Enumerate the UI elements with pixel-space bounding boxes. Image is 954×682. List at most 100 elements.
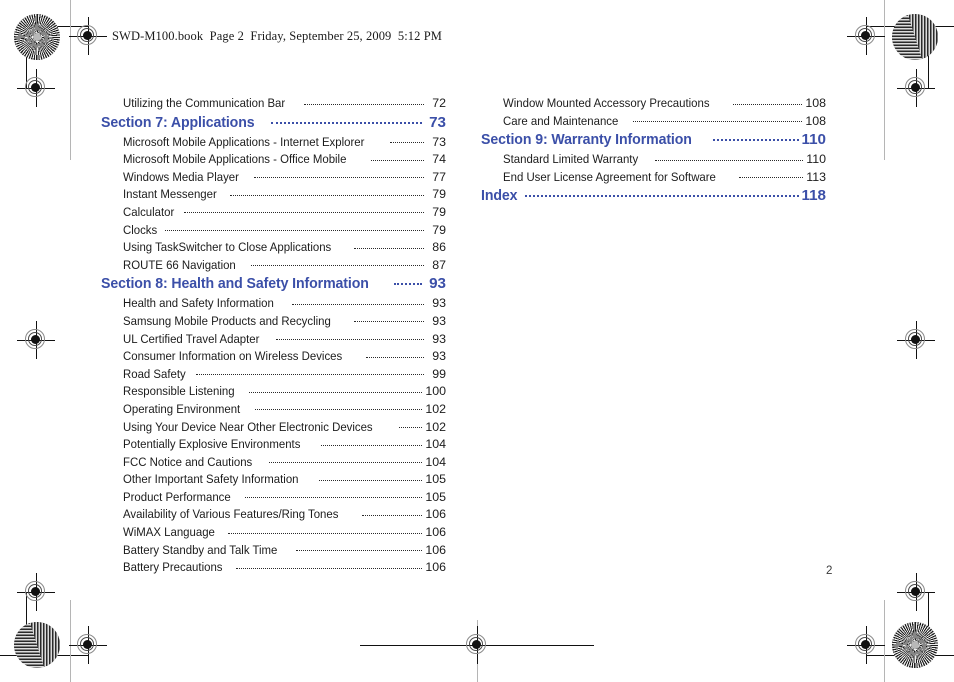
toc-entry-page-number: 102	[425, 401, 446, 416]
dot-leader	[249, 391, 423, 393]
toc-entry-page-number: 79	[432, 222, 446, 237]
toc-entry[interactable]: Other Important Safety Information 105	[123, 472, 446, 490]
toc-entry[interactable]: Calculator 79	[123, 205, 446, 223]
dot-leader	[271, 121, 422, 124]
dot-leader	[254, 177, 424, 179]
page-number: 2	[826, 565, 833, 577]
toc-entry-label: Road Safety	[123, 366, 186, 381]
toc-entry-page-number: 72	[432, 96, 446, 110]
toc-entry[interactable]: Operating Environment 102	[123, 402, 446, 420]
toc-entry-label: Samsung Mobile Products and Recycling	[123, 313, 331, 328]
toc-entry-label: Microsoft Mobile Applications - Internet…	[123, 134, 365, 149]
toc-entry-page-number: 104	[425, 437, 446, 452]
toc-entry[interactable]: Window Mounted Accessory Precautions 108	[503, 96, 826, 114]
toc-entry-page-number: 79	[432, 204, 446, 219]
toc-entry[interactable]: Windows Media Player 77	[123, 170, 446, 188]
toc-entry-page-number: 105	[425, 489, 446, 504]
page-guide-right	[884, 0, 885, 160]
toc-entry[interactable]: Using TaskSwitcher to Close Applications…	[123, 240, 446, 258]
toc-entry-page-number: 86	[432, 240, 446, 255]
toc-section-heading[interactable]: Index 118	[481, 187, 826, 208]
toc-entry[interactable]: Health and Safety Information 93	[123, 296, 446, 314]
dot-leader	[245, 497, 423, 499]
dot-leader	[255, 409, 423, 411]
dot-leader	[318, 479, 423, 481]
toc-entry-label: Care and Maintenance	[503, 113, 619, 128]
toc-entry[interactable]: Instant Messenger 79	[123, 187, 446, 205]
toc-entry-page-number: 110	[806, 152, 826, 167]
toc-entry[interactable]: Using Your Device Near Other Electronic …	[123, 420, 446, 438]
dot-leader	[291, 303, 424, 305]
registration-mark-icon	[17, 321, 55, 359]
crop-rule-right-top	[928, 52, 929, 88]
toc-entry-label: Potentially Explosive Environments	[123, 437, 301, 452]
toc-section-label: Section 8: Health and Safety Information	[101, 275, 369, 293]
dot-leader	[390, 142, 424, 144]
page-guide-left	[70, 0, 71, 160]
dot-leader	[739, 177, 804, 179]
toc-entry-page-number: 73	[432, 134, 446, 149]
dot-leader	[229, 194, 424, 196]
toc-entry[interactable]: Potentially Explosive Environments 104	[123, 437, 446, 455]
toc-section-label: Section 7: Applications	[101, 113, 255, 131]
toc-entry[interactable]: Responsible Listening 100	[123, 384, 446, 402]
toc-entry-label: Operating Environment	[123, 401, 241, 416]
toc-entry-page-number: 113	[806, 169, 826, 184]
toc-entry[interactable]: Care and Maintenance 108	[503, 114, 826, 132]
toc-section-page-number: 93	[429, 275, 446, 293]
toc-entry-page-number: 79	[432, 187, 446, 202]
toc-entry-page-number: 105	[425, 472, 446, 487]
toc-column-right: Window Mounted Accessory Precautions 108 C…	[481, 96, 826, 208]
page-guide-right-lower	[884, 600, 885, 682]
toc-section-page-number: 110	[801, 131, 826, 149]
registration-mark-icon	[69, 626, 107, 664]
crop-rule-bottom-center	[360, 645, 594, 646]
toc-entry[interactable]: ROUTE 66 Navigation 87	[123, 258, 446, 276]
page-guide-center-bottom	[477, 620, 478, 682]
toc-entry[interactable]: End User License Agreement for Software 1…	[503, 170, 826, 188]
crop-rule-bottom-right	[866, 655, 954, 656]
toc-entry-page-number: 106	[425, 507, 446, 522]
toc-entry-label: Utilizing the Communication Bar	[123, 96, 286, 110]
registration-mark-icon	[458, 626, 496, 664]
toc-entry[interactable]: Microsoft Mobile Applications - Internet…	[123, 135, 446, 153]
toc-entry-label: Battery Standby and Talk Time	[123, 542, 278, 557]
toc-entry[interactable]: WiMAX Language 106	[123, 525, 446, 543]
crop-rule-top-right	[866, 26, 954, 27]
toc-column-left: Utilizing the Communication Bar 72 Section…	[101, 96, 446, 578]
toc-entry-label: Other Important Safety Information	[123, 472, 299, 487]
toc-entry[interactable]: Standard Limited Warranty 110	[503, 152, 826, 170]
toc-entry-label: Health and Safety Information	[123, 296, 274, 311]
dot-leader	[354, 247, 424, 249]
toc-entry-page-number: 99	[432, 366, 446, 381]
toc-entry[interactable]: Samsung Mobile Products and Recycling 93	[123, 314, 446, 332]
registration-mark-icon	[17, 69, 55, 107]
toc-entry-label: Consumer Information on Wireless Devices	[123, 349, 343, 364]
dot-leader	[304, 103, 424, 105]
toc-entry-label: Calculator	[123, 204, 175, 219]
crop-rule-top-left	[52, 26, 88, 27]
toc-entry[interactable]: Road Safety 99	[123, 367, 446, 385]
toc-entry[interactable]: Product Performance 105	[123, 490, 446, 508]
toc-entry-page-number: 77	[432, 169, 446, 184]
toc-entry[interactable]: Utilizing the Communication Bar 72	[123, 96, 446, 114]
toc-entry-page-number: 93	[432, 296, 446, 311]
toc-section-heading[interactable]: Section 8: Health and Safety Information…	[101, 275, 446, 296]
toc-entry-page-number: 108	[805, 113, 826, 128]
toc-entry[interactable]: Availability of Various Features/Ring To…	[123, 507, 446, 525]
toc-entry-page-number: 93	[432, 313, 446, 328]
registration-mark-icon	[897, 573, 935, 611]
dot-leader	[196, 374, 424, 376]
toc-entry[interactable]: Microsoft Mobile Applications - Office M…	[123, 152, 446, 170]
toc-entry[interactable]: UL Certified Travel Adapter 93	[123, 332, 446, 350]
toc-entry[interactable]: Consumer Information on Wireless Devices…	[123, 349, 446, 367]
dot-leader	[393, 283, 422, 286]
toc-entry[interactable]: Battery Precautions 106	[123, 560, 446, 578]
toc-entry[interactable]: Battery Standby and Talk Time 106	[123, 543, 446, 561]
dot-leader	[236, 567, 423, 569]
toc-entry[interactable]: Clocks 79	[123, 223, 446, 241]
toc-section-heading[interactable]: Section 7: Applications 73	[101, 114, 446, 135]
toc-section-page-number: 73	[429, 113, 446, 131]
toc-entry[interactable]: FCC Notice and Cautions 104	[123, 455, 446, 473]
toc-section-heading[interactable]: Section 9: Warranty Information 110	[481, 131, 826, 152]
